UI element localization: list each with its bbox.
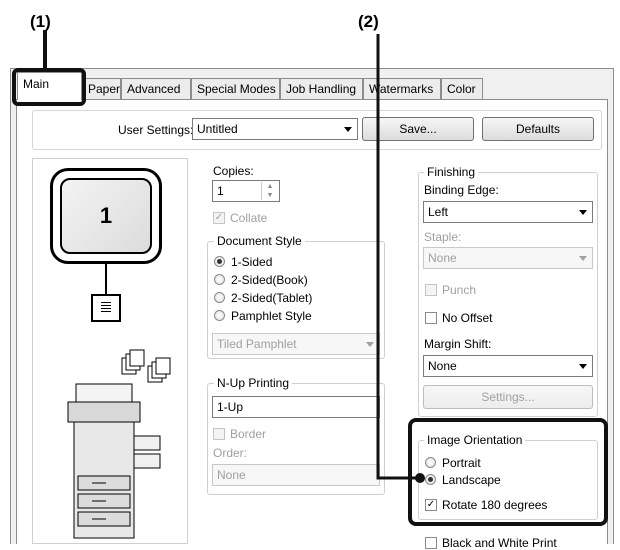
user-settings-label: User Settings: [118, 123, 194, 137]
page-number: 1 [60, 178, 152, 254]
border-label: Border [230, 427, 267, 441]
copies-spinner[interactable]: 1 ▲ ▼ [212, 180, 280, 202]
settings-button[interactable]: Settings... [423, 385, 593, 409]
collate-label: Collate [230, 211, 268, 225]
radio-1-sided[interactable] [214, 256, 225, 267]
callout-1: (1) [30, 12, 51, 31]
order-value: None [217, 468, 246, 482]
binding-edge-select[interactable]: Left [423, 201, 593, 223]
callout-2: (2) [358, 12, 379, 31]
staple-value: None [428, 251, 457, 265]
chevron-down-icon [579, 210, 587, 215]
document-icon [91, 294, 121, 322]
binding-edge-label: Binding Edge: [424, 183, 499, 197]
margin-shift-label: Margin Shift: [424, 337, 492, 351]
radio-pamphlet-style[interactable] [214, 310, 225, 321]
chevron-down-icon [579, 256, 587, 261]
tab-color[interactable]: Color [441, 78, 483, 99]
nup-value: 1-Up [217, 400, 244, 414]
label-2-sided-tablet: 2-Sided(Tablet) [231, 291, 313, 305]
nup-select[interactable]: 1-Up [212, 396, 380, 418]
user-settings-select[interactable]: Untitled [192, 118, 358, 140]
copies-label: Copies: [213, 164, 254, 178]
order-select[interactable]: None [212, 464, 380, 486]
spinner-arrows-icon[interactable]: ▲ ▼ [261, 182, 278, 200]
radio-2-sided-tablet[interactable] [214, 292, 225, 303]
nup-legend: N-Up Printing [214, 376, 293, 390]
callout-2-highlight [408, 418, 608, 526]
no-offset-label: No Offset [442, 311, 493, 325]
printer-machine-icon [67, 383, 161, 539]
border-checkbox[interactable] [213, 428, 225, 440]
pamphlet-value: Tiled Pamphlet [217, 337, 297, 351]
preview-connector [105, 264, 107, 294]
black-white-print-checkbox[interactable] [425, 537, 437, 549]
tab-special-modes[interactable]: Special Modes [191, 78, 280, 99]
chevron-down-icon [344, 127, 352, 132]
tab-job-handling[interactable]: Job Handling [280, 78, 363, 99]
binding-edge-value: Left [428, 205, 449, 219]
margin-shift-value: None [428, 359, 457, 373]
radio-2-sided-book[interactable] [214, 274, 225, 285]
finishing-legend: Finishing [424, 165, 479, 179]
tab-advanced[interactable]: Advanced [121, 78, 191, 99]
defaults-button[interactable]: Defaults [482, 117, 594, 141]
black-white-print-label: Black and White Print [442, 536, 557, 550]
callout-1-highlight [12, 68, 86, 106]
label-2-sided-book: 2-Sided(Book) [231, 273, 308, 287]
page-preview: 1 [50, 168, 162, 264]
pamphlet-select[interactable]: Tiled Pamphlet [212, 333, 380, 355]
document-style-legend: Document Style [214, 234, 305, 248]
chevron-down-icon [579, 364, 587, 369]
punch-label: Punch [442, 283, 477, 297]
tab-paper[interactable]: Paper [82, 78, 121, 99]
user-settings-value: Untitled [197, 122, 238, 136]
label-1-sided: 1-Sided [231, 255, 273, 269]
collate-checkbox[interactable]: ✓ [213, 212, 225, 224]
staple-select[interactable]: None [423, 247, 593, 269]
margin-shift-select[interactable]: None [423, 355, 593, 377]
callout-2-leader [376, 34, 425, 483]
order-label: Order: [213, 446, 248, 460]
copies-value: 1 [217, 184, 224, 198]
label-pamphlet-style: Pamphlet Style [231, 309, 312, 323]
callout-1-leader [43, 30, 47, 70]
copies-stack-icon [121, 349, 171, 383]
